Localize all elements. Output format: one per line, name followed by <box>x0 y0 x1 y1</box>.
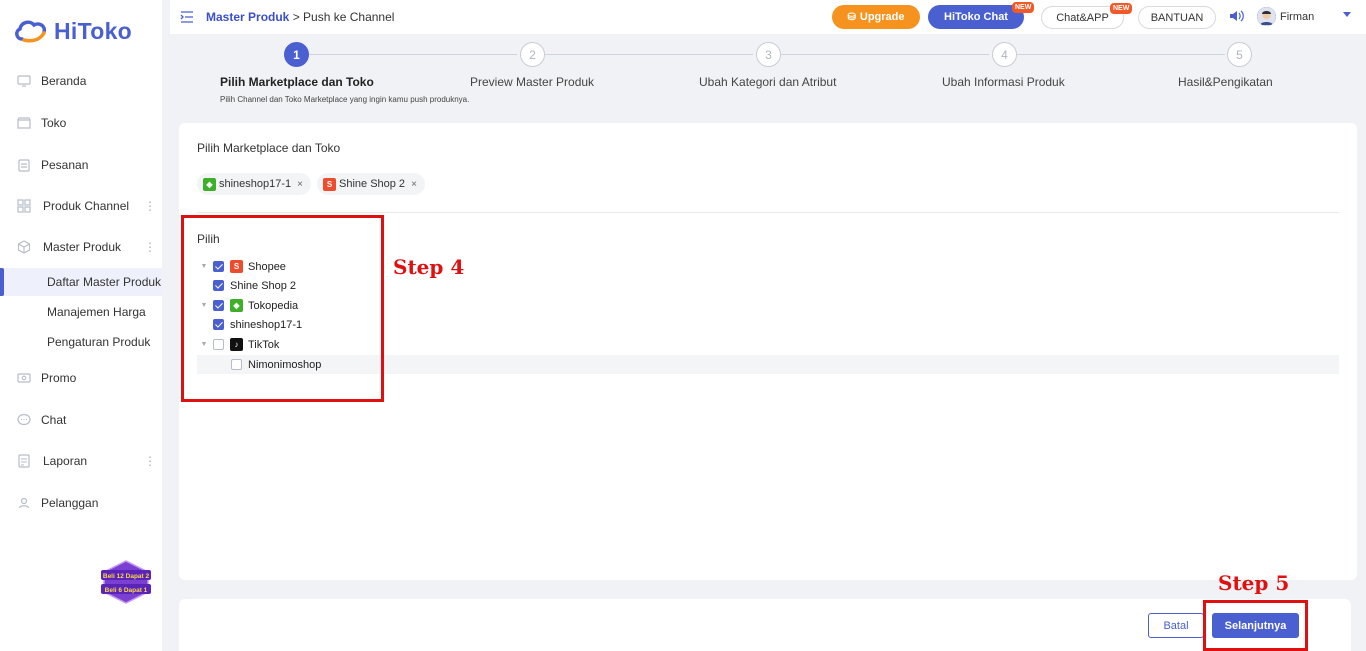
annotation-step-4: Step 4 <box>393 255 465 279</box>
promo-badge-icon: Beli 12 Dapat 2 Beli 6 Dapat 1 <box>101 560 151 604</box>
upgrade-icon: ⛁ <box>847 11 856 23</box>
sidebar-item-label: Chat <box>41 413 67 427</box>
upgrade-button[interactable]: ⛁ Upgrade <box>832 5 920 29</box>
step-connector <box>781 54 989 55</box>
customers-icon <box>17 496 31 510</box>
help-button[interactable]: BANTUAN <box>1138 6 1216 29</box>
hitoko-chat-label: HiToko Chat <box>944 11 1008 23</box>
step-connector <box>309 54 517 55</box>
sidebar-item-label: Toko <box>41 116 67 130</box>
annotation-step-5: Step 5 <box>1218 571 1290 595</box>
help-label: BANTUAN <box>1150 11 1204 24</box>
speaker-icon[interactable] <box>1229 9 1245 23</box>
hitoko-logo-icon <box>15 19 47 42</box>
breadcrumb: Master Produk > Push ke Channel <box>206 10 394 24</box>
menu-collapse-icon[interactable] <box>180 10 194 24</box>
sidebar-item-pesanan[interactable]: Pesanan <box>0 150 162 180</box>
cancel-button[interactable]: Batal <box>1148 613 1204 638</box>
breadcrumb-parent[interactable]: Master Produk <box>206 10 289 24</box>
sidebar-subitem-label: Manajemen Harga <box>47 305 146 319</box>
sidebar-item-label: Beranda <box>41 74 87 88</box>
sidebar-item-master-produk[interactable]: Master Produk ⋮ <box>0 232 162 262</box>
avatar-icon <box>1257 7 1276 26</box>
shopee-icon: S <box>323 177 336 191</box>
tag-label: Shine Shop 2 <box>339 178 406 190</box>
promo-badge-line1: Beli 12 Dapat 2 <box>103 573 150 580</box>
step-1-indicator: 1 <box>284 42 309 67</box>
sidebar-item-label: Pesanan <box>41 158 89 172</box>
divider <box>197 212 1339 213</box>
chevron-down-icon[interactable] <box>1343 12 1351 17</box>
sidebar: HiToko Beranda Toko Pesanan Produk Chann… <box>0 0 162 651</box>
step-4-title: Ubah Informasi Produk <box>942 75 1065 89</box>
more-icon[interactable]: ⋮ <box>144 240 156 254</box>
logo-text: HiToko <box>54 18 133 44</box>
sidebar-subitem-pengaturan-produk[interactable]: Pengaturan Produk <box>0 328 162 356</box>
sidebar-item-label: Produk Channel <box>43 199 130 213</box>
step-2-indicator: 2 <box>520 42 545 67</box>
sidebar-item-laporan[interactable]: Laporan ⋮ <box>0 446 162 476</box>
sidebar-item-label: Laporan <box>43 454 88 468</box>
close-icon[interactable]: × <box>297 179 303 190</box>
hitoko-chat-button[interactable]: HiToko Chat <box>928 5 1024 29</box>
sidebar-item-label: Master Produk <box>43 240 122 254</box>
sidebar-item-label: Pelanggan <box>41 496 99 510</box>
selected-tag-shine-shop-2: S Shine Shop 2 × <box>317 173 425 195</box>
step-1-title: Pilih Marketplace dan Toko <box>220 75 374 89</box>
clipboard-icon <box>17 158 31 172</box>
step-connector <box>545 54 753 55</box>
sidebar-subitem-manajemen-harga[interactable]: Manajemen Harga <box>0 298 162 326</box>
logo[interactable]: HiToko <box>14 18 132 45</box>
top-bar: Master Produk > Push ke Channel ⛁ Upgrad… <box>170 0 1366 34</box>
selected-tag-shineshop17-1: ◈ shineshop17-1 × <box>197 173 312 195</box>
promo-badge-line2: Beli 6 Dapat 1 <box>105 587 148 594</box>
step-1-description: Pilih Channel dan Toko Marketplace yang … <box>220 95 470 104</box>
card-title: Pilih Marketplace dan Toko <box>197 141 341 155</box>
monitor-icon <box>17 74 31 88</box>
annotation-box-step-4 <box>181 215 384 402</box>
username[interactable]: Firman <box>1280 11 1314 23</box>
chat-icon <box>17 413 31 427</box>
annotation-box-step-5 <box>1203 600 1308 651</box>
store-icon <box>17 116 31 130</box>
promo-icon <box>17 371 31 385</box>
chat-app-label: Chat&APP <box>1056 11 1109 24</box>
step-4-indicator: 4 <box>992 42 1017 67</box>
new-badge: NEW <box>1110 3 1133 14</box>
upgrade-label: Upgrade <box>859 11 905 23</box>
close-icon[interactable]: × <box>411 179 417 190</box>
new-badge: NEW <box>1012 2 1035 13</box>
sidebar-item-chat[interactable]: Chat <box>0 405 162 435</box>
step-2-title: Preview Master Produk <box>470 75 595 89</box>
more-icon[interactable]: ⋮ <box>144 199 156 213</box>
sidebar-subitem-label: Daftar Master Produk <box>47 275 162 289</box>
breadcrumb-current: Push ke Channel <box>303 10 395 24</box>
step-3-indicator: 3 <box>756 42 781 67</box>
sidebar-item-promo[interactable]: Promo <box>0 363 162 393</box>
sidebar-subitem-label: Pengaturan Produk <box>47 335 151 349</box>
tag-label: shineshop17-1 <box>219 178 292 190</box>
step-5-title: Hasil&Pengikatan <box>1178 75 1273 89</box>
promo-badge[interactable]: Beli 12 Dapat 2 Beli 6 Dapat 1 <box>101 560 151 604</box>
step-connector <box>1017 54 1225 55</box>
sidebar-subitem-daftar-master-produk[interactable]: Daftar Master Produk <box>0 268 162 296</box>
step-5-indicator: 5 <box>1227 42 1252 67</box>
grid-icon <box>17 199 31 213</box>
sidebar-item-produk-channel[interactable]: Produk Channel ⋮ <box>0 191 162 221</box>
step-3-title: Ubah Kategori dan Atribut <box>699 75 837 89</box>
sidebar-item-toko[interactable]: Toko <box>0 108 162 138</box>
report-icon <box>17 454 31 468</box>
breadcrumb-separator: > <box>289 10 304 24</box>
cube-icon <box>17 240 31 254</box>
sidebar-item-pelanggan[interactable]: Pelanggan <box>0 488 162 518</box>
more-icon[interactable]: ⋮ <box>144 454 156 468</box>
sidebar-item-label: Promo <box>41 371 77 385</box>
tokopedia-icon: ◈ <box>203 177 216 191</box>
avatar[interactable] <box>1257 7 1276 26</box>
sidebar-item-beranda[interactable]: Beranda <box>0 66 162 96</box>
